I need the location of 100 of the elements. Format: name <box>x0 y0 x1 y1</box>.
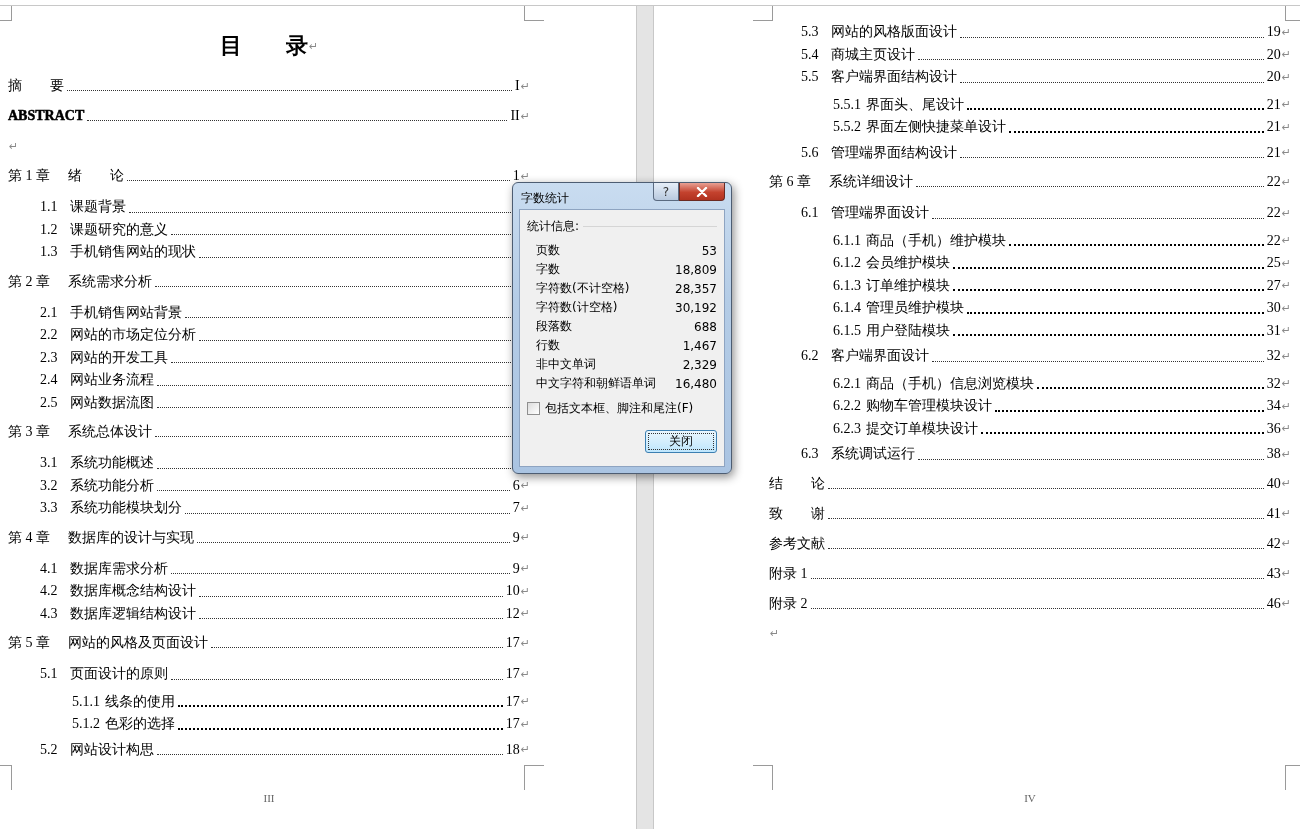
paragraph-mark: ↵ <box>1281 477 1291 490</box>
paragraph-mark: ↵ <box>1281 377 1291 391</box>
page-number: 40 <box>1266 475 1281 492</box>
section-number: 6.1.4 <box>833 300 861 317</box>
section-number: 6.2.2 <box>833 398 861 415</box>
section-number: 6.2.1 <box>833 375 861 392</box>
entry-title: 结 论 <box>769 474 825 493</box>
section-number: 3.3 <box>40 500 59 517</box>
dialog-title: 字数统计 <box>521 190 570 207</box>
entry-title: 订单维护模块 <box>866 276 950 295</box>
page-number: 31 <box>1266 322 1281 339</box>
section-number: 2.2 <box>40 327 59 344</box>
stat-value: 28,357 <box>675 281 717 296</box>
entry-title: 界面左侧快捷菜单设计 <box>866 118 1006 137</box>
paragraph-mark: ↵ <box>1281 146 1291 160</box>
section-number: 2.1 <box>40 304 59 321</box>
stat-value: 16,480 <box>675 376 717 391</box>
section-number: 4.1 <box>40 560 59 577</box>
close-dialog-button[interactable]: 关闭 <box>645 430 717 453</box>
page-number: 27 <box>1266 277 1281 294</box>
paragraph-mark: ↵ <box>1281 349 1291 363</box>
toc-heading: 目 录 <box>219 32 308 60</box>
entry-title: 网站的市场定位分析 <box>70 326 196 345</box>
section-number: 5.6 <box>801 144 820 161</box>
paragraph-mark: ↵ <box>1281 567 1291 580</box>
crop-mark <box>753 765 773 790</box>
paragraph-mark: ↵ <box>1281 399 1291 413</box>
stat-value: 2,329 <box>682 357 717 372</box>
paragraph-mark: ↵ <box>1281 70 1291 84</box>
page-number: 1 <box>512 168 520 184</box>
page-number: 30 <box>1266 300 1281 317</box>
page-number: 6 <box>512 477 520 494</box>
section-number: 5.5.2 <box>833 119 861 136</box>
section-number: 2.4 <box>40 372 59 389</box>
entry-title: 提交订单模块设计 <box>866 419 978 438</box>
entry-title: 数据库逻辑结构设计 <box>70 604 196 623</box>
paragraph-mark: ↵ <box>520 717 530 731</box>
paragraph-mark: ↵ <box>520 584 530 598</box>
section-number: 3.2 <box>40 477 59 494</box>
paragraph-mark: ↵ <box>520 109 530 123</box>
entry-title: 系统总体设计 <box>68 423 152 441</box>
page-number: 17 <box>505 666 520 683</box>
page-number: 17 <box>505 635 520 651</box>
entry-title: 网站的风格及页面设计 <box>68 634 208 652</box>
section-number: 1.2 <box>40 221 59 238</box>
entry-title: 课题背景 <box>70 198 126 217</box>
section-number: 第 5 章 <box>8 634 51 652</box>
paragraph-mark: ↵ <box>1281 597 1291 610</box>
paragraph-mark: ↵ <box>1281 422 1291 436</box>
page-number: 32 <box>1266 375 1281 392</box>
crop-mark <box>1285 765 1300 790</box>
entry-title: 数据库的设计与实现 <box>68 528 194 547</box>
section-number: 第 6 章 <box>769 173 812 191</box>
page-number: 46 <box>1266 595 1281 612</box>
section-number: 5.4 <box>801 46 820 63</box>
entry-title: 系统需求分析 <box>68 272 152 291</box>
entry-title: 会员维护模块 <box>866 254 950 273</box>
help-button[interactable]: ? <box>653 183 679 201</box>
entry-title: 数据库概念结构设计 <box>70 582 196 601</box>
paragraph-mark: ↵ <box>1281 48 1291 62</box>
entry-title: 手机销售网站背景 <box>70 303 182 322</box>
stat-label: 字符数(不计空格) <box>536 280 630 297</box>
paragraph-mark: ↵ <box>770 627 780 640</box>
paragraph-mark: ↵ <box>1281 175 1291 189</box>
page-number: 25 <box>1266 255 1281 272</box>
entry-title: 网站业务流程 <box>70 371 154 390</box>
page-number: 21 <box>1266 96 1281 113</box>
paragraph-mark: ↵ <box>520 531 530 544</box>
entry-title: 管理端界面结构设计 <box>831 143 957 162</box>
paragraph-mark: ↵ <box>308 39 319 53</box>
page-number: 9 <box>512 529 520 546</box>
paragraph-mark: ↵ <box>520 743 530 757</box>
entry-title: 客户端界面设计 <box>831 347 929 366</box>
entry-title: 摘 要 <box>8 77 64 95</box>
section-number: 5.1.1 <box>72 693 100 710</box>
entry-title: 手机销售网站的现状 <box>70 243 196 262</box>
section-number: 6.1.5 <box>833 322 861 339</box>
page-number: 42 <box>1266 535 1281 552</box>
crop-mark <box>753 6 773 21</box>
crop-mark <box>524 765 544 790</box>
group-label: 统计信息: <box>527 218 580 235</box>
paragraph-mark: ↵ <box>520 501 530 515</box>
entry-title: 用户登陆模块 <box>866 321 950 340</box>
close-button[interactable] <box>679 183 725 201</box>
section-number: 6.1 <box>801 205 820 222</box>
page-number: II <box>510 108 520 124</box>
paragraph-mark: ↵ <box>1281 120 1291 134</box>
entry-title: 附录 1 <box>769 564 808 583</box>
section-number: 4.3 <box>40 605 59 622</box>
checkbox[interactable] <box>527 401 540 415</box>
entry-title: 商品（手机）信息浏览模块 <box>866 374 1034 393</box>
section-number: 5.1.2 <box>72 716 100 733</box>
entry-title: 网站设计构思 <box>70 740 154 759</box>
stat-value: 688 <box>694 319 717 334</box>
paragraph-mark: ↵ <box>520 562 530 576</box>
entry-title: 管理端界面设计 <box>831 204 929 223</box>
section-number: 第 2 章 <box>8 272 51 291</box>
paragraph-mark: ↵ <box>1281 537 1291 550</box>
page-footer-number: III <box>263 792 275 804</box>
entry-title: 系统调试运行 <box>831 445 915 464</box>
